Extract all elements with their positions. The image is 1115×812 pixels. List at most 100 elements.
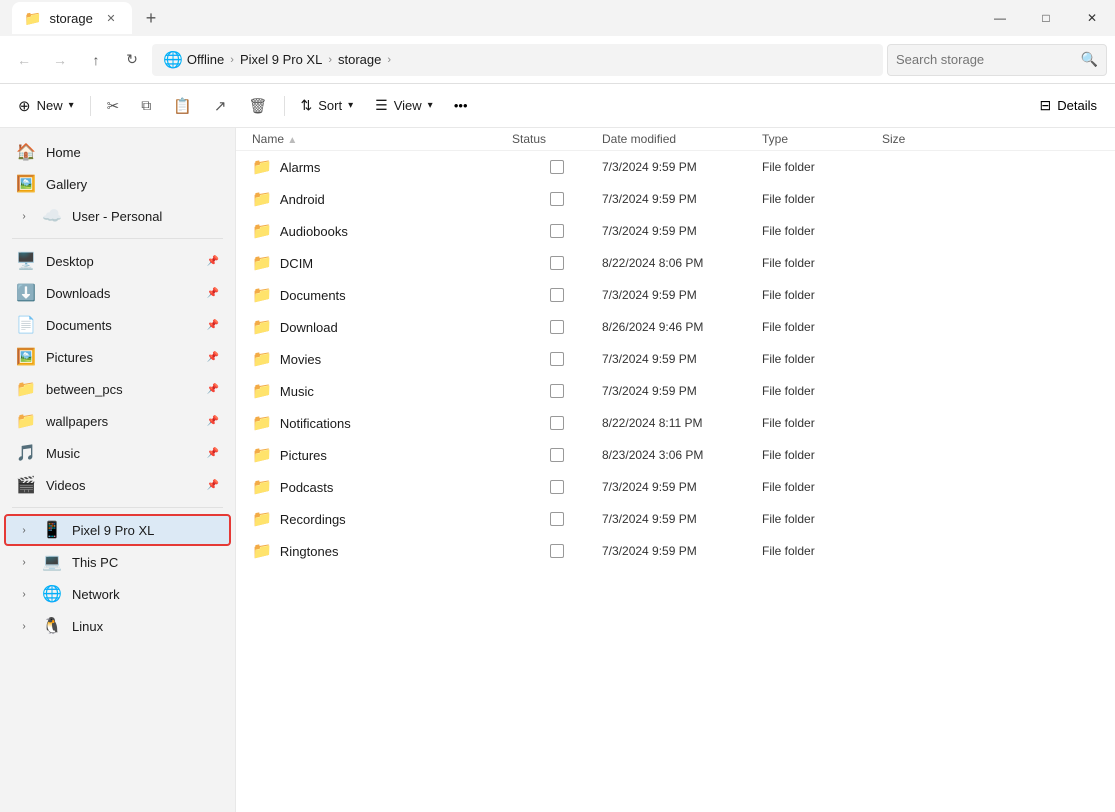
sidebar-item-videos[interactable]: 🎬 Videos 📌 xyxy=(4,469,231,501)
file-type-cell: File folder xyxy=(762,480,882,494)
more-icon: ••• xyxy=(454,98,468,113)
share-button[interactable]: ↗ xyxy=(204,90,237,122)
cloud-icon: ☁️ xyxy=(42,206,62,226)
folder-icon: 📁 xyxy=(252,509,272,529)
forward-button[interactable]: → xyxy=(44,44,76,76)
file-name-cell: 📁 Music xyxy=(252,381,512,401)
sidebar-item-music[interactable]: 🎵 Music 📌 xyxy=(4,437,231,469)
col-header-name[interactable]: Name ▲ xyxy=(252,132,512,146)
offline-icon: 🌐 xyxy=(163,50,183,70)
new-button[interactable]: ⊕ New ▾ xyxy=(8,90,84,122)
sidebar-item-gallery[interactable]: 🖼️ Gallery xyxy=(4,168,231,200)
file-date-cell: 7/3/2024 9:59 PM xyxy=(602,480,762,494)
pictures-icon: 🖼️ xyxy=(16,347,36,367)
breadcrumb-sep-2: › xyxy=(328,54,332,66)
sidebar-item-pixel[interactable]: › 📱 Pixel 9 Pro XL xyxy=(4,514,231,546)
file-date-cell: 8/22/2024 8:06 PM xyxy=(602,256,762,270)
tab-close-button[interactable]: ✕ xyxy=(102,9,120,27)
refresh-button[interactable]: ↻ xyxy=(116,44,148,76)
table-row[interactable]: 📁 Documents 7/3/2024 9:59 PM File folder xyxy=(236,279,1115,311)
details-button[interactable]: ⊟ Details xyxy=(1030,90,1107,122)
sidebar-item-this-pc[interactable]: › 💻 This PC xyxy=(4,546,231,578)
sidebar-item-documents[interactable]: 📄 Documents 📌 xyxy=(4,309,231,341)
table-row[interactable]: 📁 Audiobooks 7/3/2024 9:59 PM File folde… xyxy=(236,215,1115,247)
file-date-cell: 7/3/2024 9:59 PM xyxy=(602,512,762,526)
breadcrumb-sep-3: › xyxy=(387,54,391,66)
file-date-cell: 7/3/2024 9:59 PM xyxy=(602,160,762,174)
sidebar-item-pictures[interactable]: 🖼️ Pictures 📌 xyxy=(4,341,231,373)
delete-button[interactable]: 🗑 xyxy=(238,90,277,122)
sidebar-item-desktop[interactable]: 🖥️ Desktop 📌 xyxy=(4,245,231,277)
table-row[interactable]: 📁 Podcasts 7/3/2024 9:59 PM File folder xyxy=(236,471,1115,503)
table-row[interactable]: 📁 Alarms 7/3/2024 9:59 PM File folder xyxy=(236,151,1115,183)
sidebar-item-downloads[interactable]: ⬇️ Downloads 📌 xyxy=(4,277,231,309)
pictures-pin-icon: 📌 xyxy=(207,352,219,363)
sidebar-item-linux[interactable]: › 🐧 Linux xyxy=(4,610,231,642)
sidebar-item-network[interactable]: › 🌐 Network xyxy=(4,578,231,610)
tab-label: storage xyxy=(49,11,92,26)
share-icon: ↗ xyxy=(214,97,227,115)
sidebar-item-cloud[interactable]: › ☁️ User - Personal xyxy=(4,200,231,232)
folder-icon: 📁 xyxy=(252,413,272,433)
search-icon: 🔍 xyxy=(1081,51,1098,68)
file-name-cell: 📁 Recordings xyxy=(252,509,512,529)
table-row[interactable]: 📁 DCIM 8/22/2024 8:06 PM File folder xyxy=(236,247,1115,279)
new-tab-button[interactable]: + xyxy=(136,3,166,33)
table-row[interactable]: 📁 Pictures 8/23/2024 3:06 PM File folder xyxy=(236,439,1115,471)
breadcrumb-offline[interactable]: 🌐 Offline xyxy=(163,50,224,70)
search-input[interactable] xyxy=(896,52,1075,67)
file-name-cell: 📁 Android xyxy=(252,189,512,209)
breadcrumb-device[interactable]: Pixel 9 Pro XL xyxy=(240,52,322,67)
sort-button[interactable]: ⇅ Sort ▾ xyxy=(291,90,364,122)
file-name-cell: 📁 Documents xyxy=(252,285,512,305)
table-row[interactable]: 📁 Android 7/3/2024 9:59 PM File folder xyxy=(236,183,1115,215)
file-name-text: Music xyxy=(280,384,314,399)
close-button[interactable]: ✕ xyxy=(1069,0,1115,36)
folder-icon: 📁 xyxy=(252,541,272,561)
cut-button[interactable]: ✂ xyxy=(97,90,130,122)
copy-button[interactable]: ⧉ xyxy=(131,90,161,122)
breadcrumb-storage[interactable]: storage xyxy=(338,52,381,67)
col-header-status[interactable]: Status xyxy=(512,132,602,146)
file-name-cell: 📁 Ringtones xyxy=(252,541,512,561)
search-box[interactable]: 🔍 xyxy=(887,44,1107,76)
maximize-button[interactable]: □ xyxy=(1023,0,1069,36)
file-status-cell xyxy=(512,160,602,174)
paste-button[interactable]: 📋 xyxy=(163,90,202,122)
file-name-text: Download xyxy=(280,320,338,335)
breadcrumb-sep-1: › xyxy=(230,54,234,66)
videos-icon: 🎬 xyxy=(16,475,36,495)
up-button[interactable]: ↑ xyxy=(80,44,112,76)
view-button[interactable]: ☰ View ▾ xyxy=(365,90,443,122)
table-row[interactable]: 📁 Movies 7/3/2024 9:59 PM File folder xyxy=(236,343,1115,375)
sidebar-item-home[interactable]: 🏠 Home xyxy=(4,136,231,168)
table-row[interactable]: 📁 Ringtones 7/3/2024 9:59 PM File folder xyxy=(236,535,1115,567)
col-header-date[interactable]: Date modified xyxy=(602,132,762,146)
table-row[interactable]: 📁 Recordings 7/3/2024 9:59 PM File folde… xyxy=(236,503,1115,535)
sort-chevron-icon: ▾ xyxy=(348,100,353,111)
between-pcs-icon: 📁 xyxy=(16,379,36,399)
file-name-text: Pictures xyxy=(280,448,327,463)
details-label: Details xyxy=(1057,98,1097,113)
address-bar: ← → ↑ ↻ 🌐 Offline › Pixel 9 Pro XL › sto… xyxy=(0,36,1115,84)
file-name-cell: 📁 Download xyxy=(252,317,512,337)
file-status-cell xyxy=(512,544,602,558)
file-date-cell: 8/26/2024 9:46 PM xyxy=(602,320,762,334)
file-name-text: Movies xyxy=(280,352,321,367)
table-row[interactable]: 📁 Download 8/26/2024 9:46 PM File folder xyxy=(236,311,1115,343)
table-row[interactable]: 📁 Music 7/3/2024 9:59 PM File folder xyxy=(236,375,1115,407)
minimize-button[interactable]: — xyxy=(977,0,1023,36)
table-row[interactable]: 📁 Notifications 8/22/2024 8:11 PM File f… xyxy=(236,407,1115,439)
sidebar-item-between-pcs[interactable]: 📁 between_pcs 📌 xyxy=(4,373,231,405)
more-options-button[interactable]: ••• xyxy=(445,90,477,122)
sidebar-item-wallpapers[interactable]: 📁 wallpapers 📌 xyxy=(4,405,231,437)
col-header-size[interactable]: Size xyxy=(882,132,962,146)
file-status-cell xyxy=(512,224,602,238)
col-header-type[interactable]: Type xyxy=(762,132,882,146)
breadcrumb[interactable]: 🌐 Offline › Pixel 9 Pro XL › storage › xyxy=(152,44,883,76)
active-tab[interactable]: 📁 storage ✕ xyxy=(12,2,132,34)
sidebar-pictures-label: Pictures xyxy=(46,350,197,365)
back-button[interactable]: ← xyxy=(8,44,40,76)
status-checkbox xyxy=(550,448,564,462)
file-status-cell xyxy=(512,384,602,398)
